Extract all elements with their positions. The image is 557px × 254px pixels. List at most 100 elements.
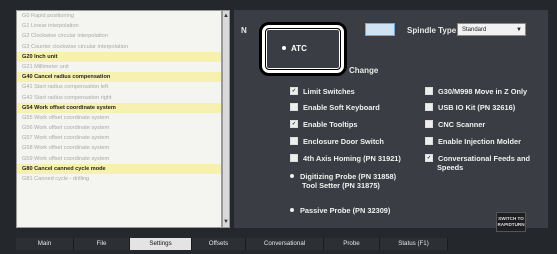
gcode-description: Work offset coordinate system [34,145,110,152]
gcode-code: G55 [22,114,33,121]
option-label: Enclosure Door Switch [303,137,384,146]
tab-bar: Main File Settings Offsets Conversational Pro… [16,238,448,250]
gcode-description: Work offset coordinate system [34,104,116,111]
tab-file[interactable]: File [74,238,130,250]
name-input[interactable] [365,23,395,36]
option-checkbox[interactable]: ✓ Limit Switches [290,87,430,96]
atc-highlight: ATC [259,22,347,76]
gcode-code: G40 [22,74,33,81]
gcode-list-item[interactable]: G56 Work offset coordinate system [17,123,221,133]
option-checkbox[interactable]: 4th Axis Homing (PN 31921) [290,154,430,163]
option-checkbox[interactable]: G30/M998 Move in Z Only [425,87,540,96]
spindle-type-value: Standard [462,27,487,33]
option-label: 4th Axis Homing (PN 31921) [303,154,401,163]
gcode-list-item[interactable]: G0 Rapid positioning [17,11,221,21]
gcode-description: Linear interpolation [31,23,79,30]
tab-main[interactable]: Main [16,238,74,250]
gcode-description: Canned cycle - drilling [34,176,90,182]
atc-radio[interactable]: ATC [282,44,307,53]
gcode-description: Millimeter unit [34,63,69,70]
gcode-code: G41 [22,84,33,91]
gcode-list-item[interactable]: G81 Canned cycle - drilling [17,174,221,184]
gcode-list-item[interactable]: G2 Clockwise circular interpolation [17,31,221,41]
gcode-list-scrollbar[interactable]: ▲ ▼ [222,10,230,228]
gcode-list-item[interactable]: G80 Cancel canned cycle mode [17,163,221,174]
option-checkbox[interactable]: ✓ Conversational Feeds and Speeds [425,154,540,172]
spindle-type-label: Spindle Type: [407,26,459,35]
tab-status-f1[interactable]: Status (F1) [380,238,448,250]
option-label: USB IO Kit (PN 32616) [438,103,516,112]
option-label: Enable Tooltips [303,120,358,129]
gcode-description: Work offset coordinate system [34,135,110,142]
gcode-description: Inch unit [34,53,58,60]
checkbox-checked-icon: ✓ [290,120,298,129]
gcode-list-item[interactable]: G20 Inch unit [17,51,221,62]
option-checkbox[interactable]: Enclosure Door Switch [290,137,430,146]
tab-probe[interactable]: Probe [324,238,380,250]
checkbox-icon [425,120,433,129]
checkbox-icon [425,137,433,146]
gcode-list-item[interactable]: G1 Linear interpolation [17,21,221,31]
radio-dot-icon [282,45,286,50]
option-checkbox[interactable]: Enable Injection Molder [425,137,540,146]
gcode-list-item[interactable]: G3 Counter clockwise circular interpolat… [17,42,221,52]
scroll-down-icon[interactable]: ▼ [223,219,229,225]
option-label: G30/M998 Move in Z Only [438,87,528,96]
gcode-code: G59 [22,155,33,162]
gcode-code: G57 [22,135,33,142]
switch-to-rapidturn-button[interactable]: SWITCH TO RAPIDTURN [496,212,526,232]
chevron-down-icon: ▼ [516,27,522,33]
option-label: Passive Probe (PN 32309) [300,206,391,215]
gcode-code: G42 [22,94,33,101]
gcode-list-item[interactable]: G59 Work offset coordinate system [17,154,221,164]
gcode-description: Rapid positioning [31,13,74,19]
gcode-code: G58 [22,145,33,152]
gcode-description: Clockwise circular interpolation [31,33,108,40]
gcode-description: Work offset coordinate system [34,114,110,121]
tool-change-label: Change [349,66,379,75]
option-label-line2: Tool Setter (PN 31875) [302,181,380,190]
tab-conversational[interactable]: Conversational [246,238,324,250]
option-label: Conversational Feeds and [438,154,530,163]
option-checkbox[interactable]: USB IO Kit (PN 32616) [425,103,540,112]
gcode-code: G20 [22,53,33,60]
gcode-list[interactable]: G0 Rapid positioning G1 Linear interpolat… [16,10,222,228]
gcode-description: Counter clockwise circular interpolation [31,43,129,50]
screen: G0 Rapid positioning G1 Linear interpolat… [0,0,557,254]
gcode-list-item[interactable]: G41 Start radius compensation left [17,82,221,92]
gcode-code: G80 [22,165,33,172]
gcode-description: Work offset coordinate system [34,125,110,132]
tab-settings[interactable]: Settings [130,238,192,250]
option-radio[interactable]: Passive Probe (PN 32309) [290,206,430,215]
spindle-type-select[interactable]: Standard ▼ [457,23,526,36]
checkbox-icon [425,87,433,96]
gcode-description: Start radius compensation left [34,84,109,91]
gcode-list-item[interactable]: G21 Millimeter unit [17,62,221,72]
gcode-list-item[interactable]: G57 Work offset coordinate system [17,133,221,143]
scroll-up-icon[interactable]: ▲ [223,13,229,19]
gcode-description: Cancel canned cycle mode [34,165,106,172]
gcode-list-item[interactable]: G55 Work offset coordinate system [17,113,221,123]
checkbox-icon [290,137,298,146]
gcode-list-item[interactable]: G40 Cancel radius compensation [17,72,221,83]
settings-panel: N Spindle Type: Standard ▼ Change ATC ✓ L… [234,10,548,232]
radio-icon [290,208,294,213]
option-checkbox[interactable]: CNC Scanner [425,120,540,129]
option-checkbox[interactable]: ✓ Enable Tooltips [290,120,430,129]
option-label: CNC Scanner [438,120,486,129]
gcode-list-item[interactable]: G58 Work offset coordinate system [17,143,221,153]
gcode-list-item[interactable]: G54 Work offset coordinate system [17,102,221,113]
tab-offsets[interactable]: Offsets [192,238,246,250]
option-checkbox[interactable]: Enable Soft Keyboard [290,103,430,112]
gcode-code: G81 [22,176,33,182]
switch-line2: RAPIDTURN [497,222,525,227]
checkbox-checked-icon: ✓ [425,154,433,163]
checkbox-icon [425,103,433,112]
gcode-description: Work offset coordinate system [34,155,110,162]
atc-label: ATC [291,44,307,53]
gcode-list-item[interactable]: G42 Start radius compensation right [17,93,221,103]
option-radio[interactable]: Digitizing Probe (PN 31858) Tool Setter (… [290,172,430,190]
gcode-code: G54 [22,104,33,111]
gcode-code: G56 [22,125,33,132]
option-label: Digitizing Probe (PN 31858) [300,172,397,181]
